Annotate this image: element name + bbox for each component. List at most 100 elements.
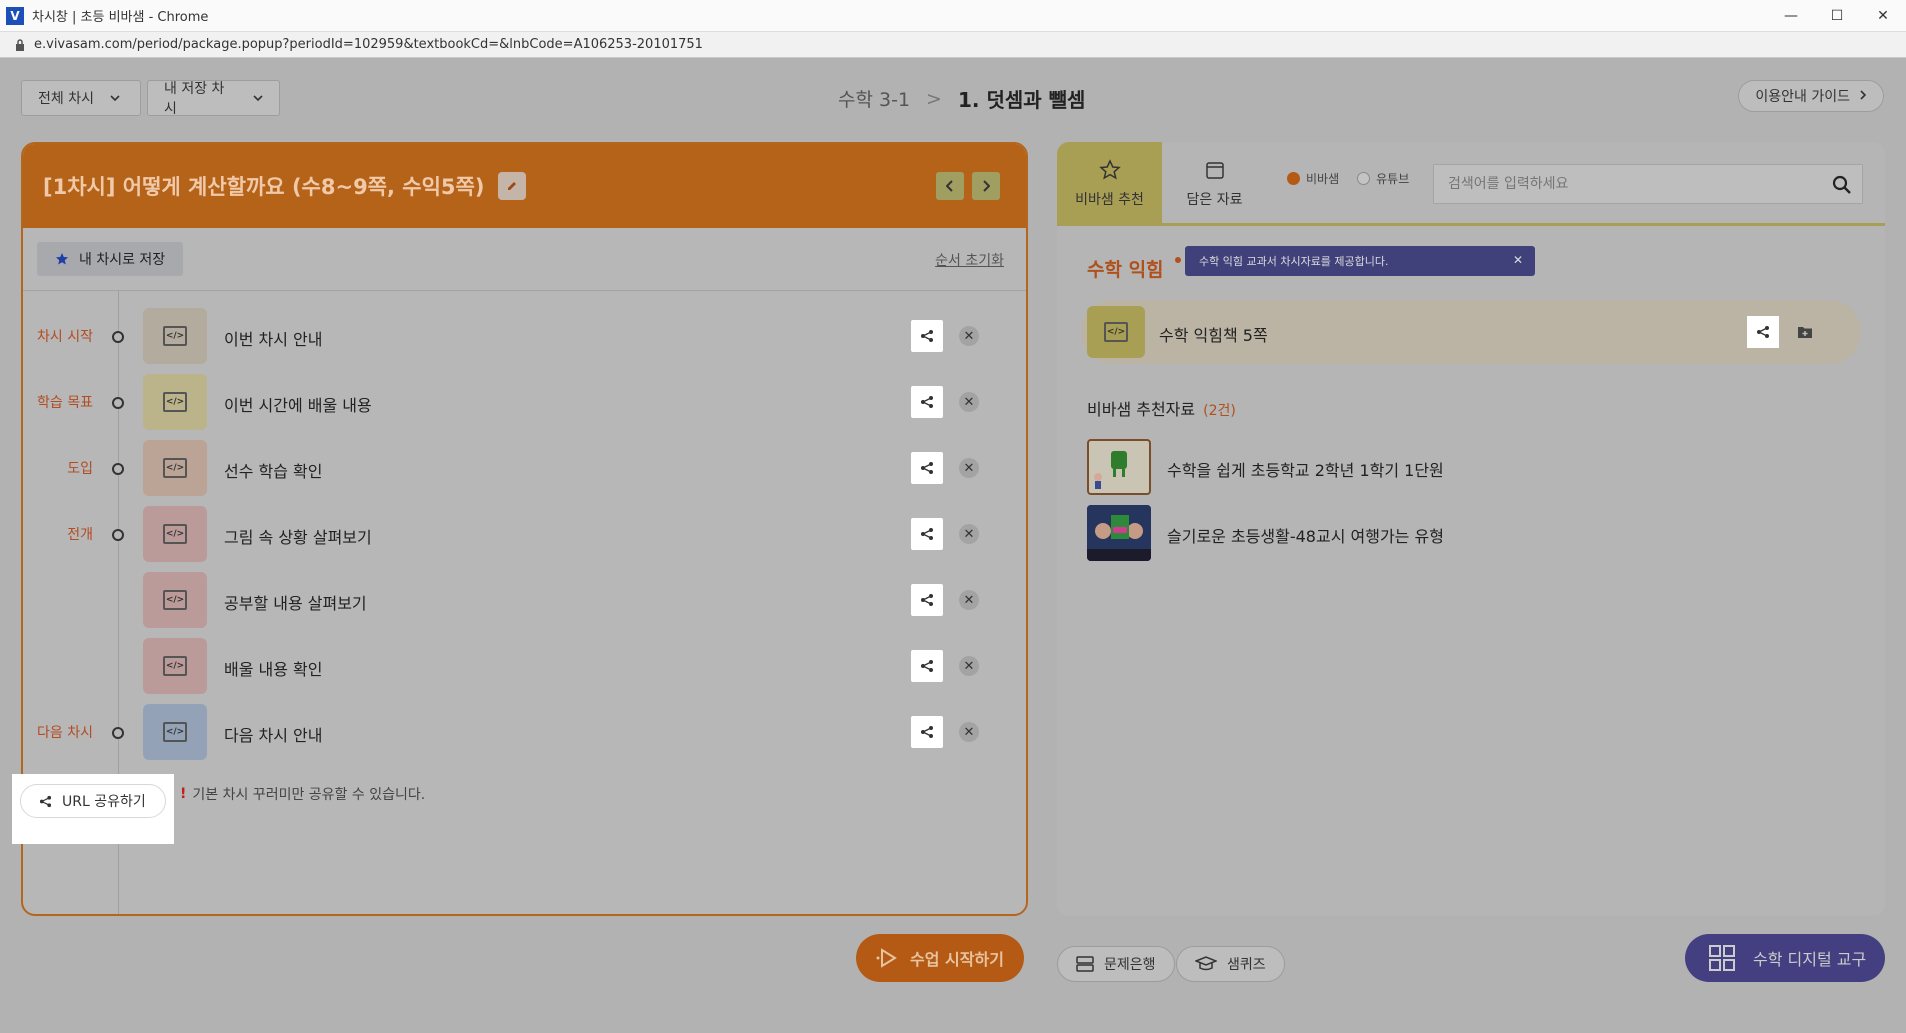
- code-icon: </>: [163, 326, 187, 346]
- delete-button[interactable]: ✕: [959, 392, 979, 412]
- my-periods-select[interactable]: 내 저장 차시: [147, 80, 280, 117]
- video-thumbnail: [1087, 505, 1151, 561]
- lesson-row[interactable]: </> 공부할 내용 살펴보기 ✕: [23, 572, 1026, 628]
- guide-label: 이용안내 가이드: [1755, 89, 1850, 105]
- star-icon: [56, 253, 68, 265]
- share-icon: [921, 726, 933, 738]
- digital-tool-button[interactable]: 수학 디지털 교구: [1685, 934, 1885, 982]
- lesson-row-label: 이번 시간에 배울 내용: [224, 396, 372, 415]
- warning-icon: !: [180, 786, 187, 802]
- tab-recommend-label: 비바샘 추천: [1075, 192, 1144, 208]
- share-icon: [921, 594, 933, 606]
- delete-button[interactable]: ✕: [959, 590, 979, 610]
- share-button[interactable]: [911, 518, 943, 550]
- radio-vivasam[interactable]: 비바샘: [1287, 170, 1339, 187]
- url-share-button[interactable]: URL 공유하기: [20, 784, 166, 818]
- list-item[interactable]: 슬기로운 초등생활-48교시 여행가는 유형: [1087, 505, 1847, 561]
- share-button[interactable]: [1747, 316, 1779, 348]
- share-button[interactable]: [911, 716, 943, 748]
- tooltip-text: 수학 익힘 교과서 차시자료를 제공합니다.: [1199, 255, 1389, 268]
- maximize-button[interactable]: ☐: [1814, 0, 1860, 32]
- code-thumbnail: </>: [143, 374, 207, 430]
- stage-label: 도입: [67, 461, 93, 477]
- radio-dot: [1287, 172, 1300, 185]
- edit-title-button[interactable]: [498, 172, 527, 200]
- code-icon: </>: [1104, 322, 1128, 342]
- lesson-row[interactable]: 전개 </> 그림 속 상황 살펴보기 ✕: [23, 506, 1026, 562]
- minimize-button[interactable]: —: [1768, 0, 1814, 32]
- all-periods-select[interactable]: 전체 차시: [21, 80, 141, 116]
- close-window-button[interactable]: ✕: [1860, 0, 1906, 32]
- code-thumbnail: </>: [143, 440, 207, 496]
- calculator-grid-icon: [1709, 945, 1735, 971]
- source-radio-group: 비바샘 유튜브: [1287, 170, 1409, 187]
- stage-dot: [112, 397, 124, 409]
- chevron-down-icon: [110, 90, 120, 106]
- guide-button[interactable]: 이용안내 가이드: [1738, 80, 1884, 112]
- code-thumbnail: </>: [143, 572, 207, 628]
- share-button[interactable]: [911, 452, 943, 484]
- search-input[interactable]: [1448, 176, 1828, 192]
- lesson-row[interactable]: </> 배울 내용 확인 ✕: [23, 638, 1026, 694]
- lesson-row[interactable]: 차시 시작 </> 이번 차시 안내 ✕: [23, 308, 1026, 364]
- breadcrumb-separator: >: [926, 87, 942, 110]
- delete-button[interactable]: ✕: [959, 524, 979, 544]
- url-share-highlight: URL 공유하기: [12, 774, 174, 844]
- lesson-row-label: 공부할 내용 살펴보기: [224, 594, 367, 613]
- question-bank-button[interactable]: 문제은행: [1057, 946, 1175, 982]
- lesson-row-label: 다음 차시 안내: [224, 726, 323, 745]
- window-controls: — ☐ ✕: [1768, 0, 1906, 32]
- lesson-row-label: 선수 학습 확인: [224, 462, 323, 481]
- sam-quiz-button[interactable]: 샘퀴즈: [1176, 946, 1285, 982]
- share-button[interactable]: [911, 584, 943, 616]
- my-periods-label: 내 저장 차시: [164, 81, 225, 117]
- add-to-folder-button[interactable]: [1795, 322, 1815, 342]
- lesson-title: [1차시] 어떻게 계산할까요 (수8~9쪽, 수익5쪽): [43, 175, 485, 199]
- list-item-label: 수학을 쉽게 초등학교 2학년 1학기 1단원: [1167, 461, 1444, 480]
- lesson-row[interactable]: 학습 목표 </> 이번 시간에 배울 내용 ✕: [23, 374, 1026, 430]
- page-url[interactable]: e.vivasam.com/period/package.popup?perio…: [34, 37, 703, 52]
- close-icon: ✕: [963, 592, 975, 608]
- prev-lesson-button[interactable]: [936, 172, 964, 200]
- share-button[interactable]: [911, 650, 943, 682]
- radio-vivasam-label: 비바샘: [1306, 172, 1340, 186]
- radio-youtube[interactable]: 유튜브: [1357, 170, 1409, 187]
- share-button[interactable]: [911, 386, 943, 418]
- radio-youtube-label: 유튜브: [1376, 172, 1410, 186]
- delete-button[interactable]: ✕: [959, 458, 979, 478]
- digital-tool-label: 수학 디지털 교구: [1753, 950, 1867, 969]
- lesson-row[interactable]: 다음 차시 </> 다음 차시 안내 ✕: [23, 704, 1026, 760]
- stage-label: 차시 시작: [37, 329, 93, 345]
- next-lesson-button[interactable]: [972, 172, 1000, 200]
- code-icon: </>: [163, 656, 187, 676]
- delete-button[interactable]: ✕: [959, 326, 979, 346]
- share-button[interactable]: [911, 320, 943, 352]
- delete-button[interactable]: ✕: [959, 656, 979, 676]
- code-thumbnail: </>: [1087, 306, 1145, 358]
- list-item[interactable]: 수학을 쉽게 초등학교 2학년 1학기 1단원: [1087, 439, 1847, 495]
- play-icon: [876, 948, 897, 968]
- all-periods-label: 전체 차시: [38, 91, 94, 107]
- tab-saved[interactable]: 담은 자료: [1162, 142, 1267, 226]
- start-class-button[interactable]: 수업 시작하기: [856, 934, 1024, 982]
- tab-recommend[interactable]: 비바샘 추천: [1057, 142, 1162, 226]
- delete-button[interactable]: ✕: [959, 722, 979, 742]
- search-icon[interactable]: [1832, 175, 1852, 195]
- search-box: [1433, 164, 1863, 204]
- share-icon: [921, 660, 933, 672]
- share-icon: [921, 330, 933, 342]
- stage-dot: [112, 331, 124, 343]
- lesson-row[interactable]: 도입 </> 선수 학습 확인 ✕: [23, 440, 1026, 496]
- tab-saved-label: 담은 자료: [1186, 192, 1243, 208]
- lesson-row-label: 배울 내용 확인: [224, 660, 323, 679]
- code-thumbnail: </>: [143, 704, 207, 760]
- recommend-heading: 비바샘 추천자료 (2건): [1087, 396, 1236, 420]
- stage-label: 전개: [67, 527, 93, 543]
- close-icon: ✕: [963, 394, 975, 410]
- save-to-my-periods-button[interactable]: 내 차시로 저장: [37, 242, 184, 276]
- stage-dot: [112, 529, 124, 541]
- reset-order-link[interactable]: 순서 초기화: [935, 250, 1004, 270]
- featured-resource[interactable]: </> 수학 익힘책 5쪽: [1081, 300, 1861, 364]
- close-icon[interactable]: ✕: [1513, 253, 1523, 267]
- code-thumbnail: </>: [143, 308, 207, 364]
